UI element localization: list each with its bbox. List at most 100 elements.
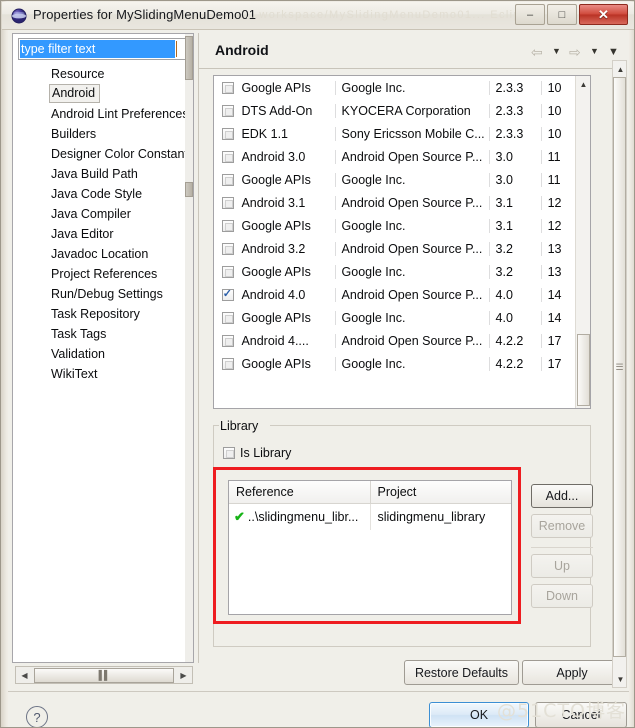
targets-vertical-scrollbar[interactable]: ▲ xyxy=(575,76,590,408)
tree-scrollbar-thumb[interactable] xyxy=(185,182,193,197)
library-references-table[interactable]: Reference Project ✔ ..\slidingmenu_libr.… xyxy=(228,480,512,615)
arrow-right-icon[interactable]: ⇨ xyxy=(569,44,581,61)
target-api-level: 13 xyxy=(540,264,576,279)
sidebar-item-javadoc-location[interactable]: Javadoc Location xyxy=(14,244,186,264)
android-targets-table[interactable]: Google APIs Google Inc. 2.3.3 10 DTS Add-On K… xyxy=(213,75,591,409)
arrow-left-icon[interactable]: ⇦ xyxy=(531,44,543,61)
table-row[interactable]: Google APIs Google Inc. 2.3.3 10 xyxy=(214,76,576,99)
column-header-reference[interactable]: Reference xyxy=(229,481,371,503)
table-row[interactable]: EDK 1.1 Sony Ericsson Mobile C... 2.3.3 10 xyxy=(214,122,576,145)
target-platform: 4.2.2 xyxy=(488,356,541,371)
page-scrollbar-thumb[interactable]: ☰ xyxy=(613,77,626,657)
remove-button[interactable]: Remove xyxy=(531,514,593,538)
target-checkbox[interactable] xyxy=(221,287,234,301)
scroll-up-icon[interactable]: ▲ xyxy=(576,76,591,92)
page-scroll-down-icon[interactable]: ▼ xyxy=(613,671,628,687)
sidebar-item-task-tags[interactable]: Task Tags xyxy=(14,324,186,344)
table-row[interactable]: Android 3.2 Android Open Source P... 3.2 13 xyxy=(214,237,576,260)
library-highlight-box: Reference Project ✔ ..\slidingmenu_libr.… xyxy=(213,467,521,624)
sidebar-item-android-lint-preferences[interactable]: Android Lint Preferences xyxy=(14,104,186,124)
target-checkbox[interactable] xyxy=(221,334,234,347)
target-checkbox[interactable] xyxy=(221,150,234,163)
sidebar-item-resource[interactable]: Resource xyxy=(14,64,186,84)
sidebar-item-validation[interactable]: Validation xyxy=(14,344,186,364)
target-checkbox[interactable] xyxy=(221,104,234,117)
tree-hscrollbar-thumb[interactable]: ▌▌ xyxy=(34,667,174,683)
sidebar-item-java-compiler[interactable]: Java Compiler xyxy=(14,204,186,224)
sidebar-item-java-code-style[interactable]: Java Code Style xyxy=(14,184,186,204)
table-row[interactable]: Google APIs Google Inc. 3.0 11 xyxy=(214,168,576,191)
sidebar-item-task-repository[interactable]: Task Repository xyxy=(14,304,186,324)
tree-horizontal-scrollbar[interactable]: ◀ ▌▌ ▶ xyxy=(15,666,193,684)
apply-button[interactable]: Apply xyxy=(522,660,622,685)
target-api-level: 11 xyxy=(540,172,576,187)
target-checkbox[interactable] xyxy=(221,196,234,209)
table-row[interactable]: Google APIs Google Inc. 3.2 13 xyxy=(214,260,576,283)
maximize-button[interactable]: □ xyxy=(547,4,577,25)
target-platform: 4.0 xyxy=(488,287,541,302)
table-row[interactable]: Android 4.0 Android Open Source P...4.014 xyxy=(214,283,576,306)
target-name: EDK 1.1 xyxy=(241,126,288,141)
target-checkbox[interactable] xyxy=(221,311,234,324)
table-row[interactable]: Google APIs Google Inc. 3.1 12 xyxy=(214,214,576,237)
is-library-checkbox[interactable] xyxy=(223,447,235,459)
filter-input[interactable]: type filter text xyxy=(20,40,175,58)
sidebar-item-android[interactable]: Android xyxy=(49,84,101,103)
close-button[interactable]: ✕ xyxy=(579,4,628,25)
up-button[interactable]: Up xyxy=(531,554,593,578)
target-checkbox[interactable] xyxy=(221,81,234,94)
back-dropdown-icon[interactable]: ▼ xyxy=(552,46,561,56)
target-name: Android 3.2 xyxy=(241,241,306,256)
sidebar-item-builders[interactable]: Builders xyxy=(14,124,186,144)
page-vertical-scrollbar[interactable]: ▲ ▼ ☰ xyxy=(612,60,627,688)
sidebar-item-wikitext[interactable]: WikiText xyxy=(14,364,186,384)
restore-defaults-button[interactable]: Restore Defaults xyxy=(404,660,519,685)
target-checkbox-cell xyxy=(214,196,241,209)
scroll-left-icon[interactable]: ◀ xyxy=(16,667,33,683)
settings-tree[interactable]: Resource Android Android Lint Preferences B… xyxy=(14,64,186,659)
table-row[interactable]: Android 3.1 Android Open Source P... 3.1 12 xyxy=(214,191,576,214)
filter-input-wrapper[interactable]: type filter text xyxy=(18,38,190,60)
target-checkbox[interactable] xyxy=(221,357,234,370)
forward-dropdown-icon[interactable]: ▼ xyxy=(590,46,599,56)
minimize-button[interactable]: – xyxy=(515,4,545,25)
down-button[interactable]: Down xyxy=(531,584,593,608)
targets-scrollbar-thumb[interactable] xyxy=(577,334,590,406)
table-row[interactable]: Google APIs Google Inc. 4.0 14 xyxy=(214,306,576,329)
sidebar-item-java-build-path[interactable]: Java Build Path xyxy=(14,164,186,184)
tree-vertical-scrollbar[interactable] xyxy=(185,34,193,662)
target-api-level: 11 xyxy=(540,149,576,164)
group-border-left xyxy=(213,425,219,426)
column-header-project[interactable]: Project xyxy=(371,481,512,503)
target-name: Google APIs xyxy=(241,356,311,371)
target-checkbox[interactable] xyxy=(221,219,234,232)
table-row[interactable]: ✔ ..\slidingmenu_libr... slidingmenu_lib… xyxy=(229,504,511,530)
maximize-icon: □ xyxy=(558,8,566,21)
sidebar-item-designer-color-constant[interactable]: Designer Color Constant xyxy=(14,144,186,164)
page-scroll-up-icon[interactable]: ▲ xyxy=(613,61,628,77)
table-row[interactable]: Android 3.0 Android Open Source P... 3.0 11 xyxy=(214,145,576,168)
sidebar-item-run-debug-settings[interactable]: Run/Debug Settings xyxy=(14,284,186,304)
target-name: Android 4.0 xyxy=(241,287,306,302)
add-button[interactable]: Add... xyxy=(531,484,593,508)
target-checkbox[interactable] xyxy=(221,265,234,278)
view-menu-icon[interactable]: ▼ xyxy=(608,46,619,58)
table-row[interactable]: Google APIs Google Inc. 4.2.2 17 xyxy=(214,352,576,375)
target-checkbox[interactable] xyxy=(221,242,234,255)
target-name: DTS Add-On xyxy=(241,103,313,118)
is-library-row[interactable]: Is Library xyxy=(223,446,291,460)
target-checkbox[interactable] xyxy=(221,173,234,186)
target-checkbox[interactable] xyxy=(221,127,234,140)
target-vendor: Android Open Source P... xyxy=(334,149,489,164)
scroll-right-icon[interactable]: ▶ xyxy=(175,667,192,683)
question-mark-icon[interactable]: ? xyxy=(26,706,48,727)
target-api-level: 10 xyxy=(540,103,576,118)
table-row[interactable]: DTS Add-On KYOCERA Corporation 2.3.3 10 xyxy=(214,99,576,122)
tree-scrollbar-thumb-top[interactable] xyxy=(185,36,193,80)
target-checkbox-cell xyxy=(214,150,241,163)
project-cell: slidingmenu_library xyxy=(377,510,486,524)
sidebar-item-java-editor[interactable]: Java Editor xyxy=(14,224,186,244)
target-checkbox-cell xyxy=(214,81,241,94)
table-row[interactable]: Android 4.... Android Open Source P... 4.2… xyxy=(214,329,576,352)
sidebar-item-project-references[interactable]: Project References xyxy=(14,264,186,284)
